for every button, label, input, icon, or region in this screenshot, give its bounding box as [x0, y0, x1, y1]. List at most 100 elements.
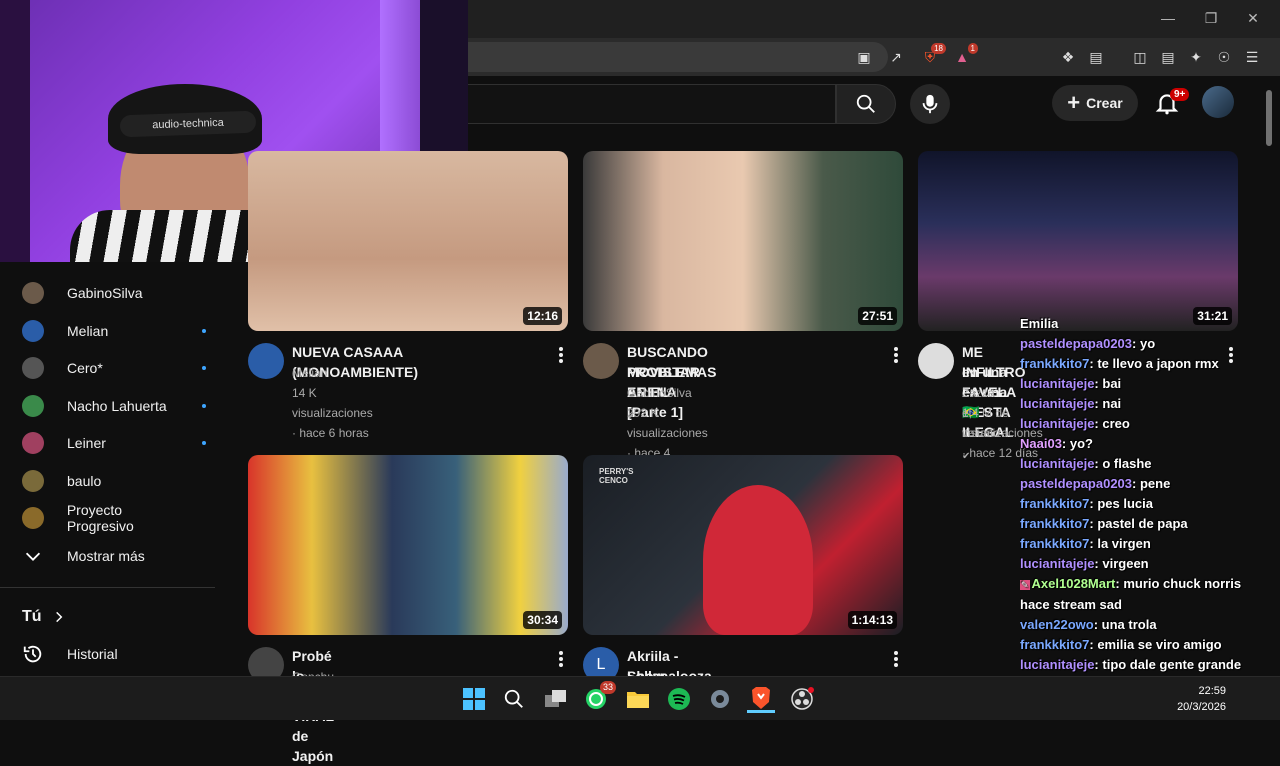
- channel-name[interactable]: Melian: [292, 363, 327, 383]
- search-icon: [856, 94, 875, 113]
- spotify-icon[interactable]: [665, 685, 693, 713]
- chat-message: valen22owo: una trola: [1020, 615, 1266, 635]
- chat-username: lucianitajeje: [1020, 556, 1095, 571]
- kebab-icon[interactable]: [559, 651, 563, 669]
- chat-message: frankkkito7: la virgen: [1020, 534, 1266, 554]
- kebab-icon[interactable]: [894, 347, 898, 365]
- chat-message: frankkkito7: te llevo a japon rmx: [1020, 354, 1266, 374]
- chat-text: te llevo a japon rmx: [1097, 356, 1219, 371]
- new-content-dot: [202, 328, 206, 333]
- sidebar-item-history[interactable]: Historial: [22, 642, 118, 666]
- extensions-icon[interactable]: ❖: [1058, 47, 1078, 67]
- menu-icon[interactable]: ☰: [1242, 47, 1262, 67]
- clock-time: 22:59: [1198, 685, 1226, 697]
- chat-text: bai: [1102, 376, 1122, 391]
- close-icon[interactable]: ✕: [1243, 10, 1263, 27]
- video-thumbnail[interactable]: 31:21: [918, 151, 1238, 331]
- channel-avatar[interactable]: [248, 343, 284, 379]
- chat-username: pasteldepapa0203: [1020, 476, 1133, 491]
- chat-text: creo: [1102, 416, 1130, 431]
- share-icon[interactable]: ↗: [886, 47, 906, 67]
- chat-badge-icon: ✎: [1020, 580, 1030, 590]
- search-input[interactable]: [468, 84, 836, 124]
- mic-icon: [922, 94, 938, 114]
- plus-icon: +: [1067, 90, 1081, 115]
- chat-username: frankkkito7: [1020, 496, 1090, 511]
- chat-message: lucianitajeje: bai: [1020, 374, 1266, 394]
- chat-separator: :: [1061, 436, 1070, 451]
- channel-avatar: [22, 357, 44, 379]
- youtube-header: + Crear 9+: [468, 76, 1280, 132]
- maximize-icon[interactable]: ❐: [1201, 10, 1221, 27]
- video-thumbnail[interactable]: 27:51: [583, 151, 903, 331]
- leo-ai-icon[interactable]: ✦: [1186, 47, 1206, 67]
- chevron-down-icon: [25, 552, 41, 561]
- kebab-icon[interactable]: [894, 651, 898, 669]
- thumbnail-logo-line: PERRY'S: [599, 467, 634, 476]
- browser-toolbar: ▣ ↗ ⛨ 18 ▲ 1 ❖ ▤ ◫ ▤ ✦ ☉ ☰: [468, 38, 1280, 76]
- show-more-button[interactable]: Mostrar más: [22, 544, 145, 568]
- chat-username: frankkkito7: [1020, 516, 1090, 531]
- windows-taskbar: 33 22:59 20/3/2026: [0, 676, 1280, 720]
- thumbnail-logo: PERRY'S CENCO: [599, 467, 634, 485]
- brave-taskbar-icon[interactable]: [747, 685, 775, 713]
- video-thumbnail[interactable]: 30:34: [248, 455, 568, 635]
- new-content-dot: [202, 441, 206, 445]
- chat-message: Naai03: yo?: [1020, 434, 1266, 454]
- minimize-icon[interactable]: —: [1158, 10, 1178, 26]
- scrollbar-thumb[interactable]: [1266, 90, 1272, 146]
- browser-titlebar: — ❐ ✕: [468, 0, 1280, 38]
- sidebar-toggle-icon[interactable]: ◫: [1130, 47, 1150, 67]
- history-label: Historial: [67, 646, 118, 662]
- chat-username: valen22owo: [1020, 617, 1094, 632]
- reader-mode-icon[interactable]: ▤: [1086, 47, 1106, 67]
- video-thumbnail[interactable]: 12:16: [248, 151, 568, 331]
- sidebar-item-subscription[interactable]: GabinoSilva: [22, 281, 192, 305]
- file-explorer-icon[interactable]: [624, 685, 652, 713]
- wallet-icon[interactable]: ▤: [1158, 47, 1178, 67]
- show-more-label: Mostrar más: [67, 548, 145, 564]
- system-clock[interactable]: 22:59 20/3/2026: [1177, 683, 1226, 715]
- chat-text: Emilia: [1020, 316, 1059, 331]
- settings-icon[interactable]: [706, 685, 734, 713]
- create-button[interactable]: + Crear: [1052, 85, 1138, 121]
- sidebar-item-subscription[interactable]: baulo: [22, 469, 192, 493]
- channel-avatar: [22, 282, 44, 304]
- chat-username: lucianitajeje: [1020, 657, 1095, 672]
- thumbnail-logo-line: CENCO: [599, 476, 628, 485]
- kebab-icon[interactable]: [559, 347, 563, 365]
- account-avatar[interactable]: [1202, 86, 1234, 118]
- sidebar-item-subscription[interactable]: Proyecto Progresivo: [22, 502, 192, 534]
- obs-icon[interactable]: [788, 685, 816, 713]
- taskbar-search-icon[interactable]: [500, 685, 528, 713]
- new-content-dot: [202, 403, 206, 408]
- channel-avatar[interactable]: [583, 343, 619, 379]
- thumbnail-figure: [703, 485, 813, 635]
- chat-message: lucianitajeje: creo: [1020, 414, 1266, 434]
- voice-search-button[interactable]: [910, 84, 950, 124]
- brave-shields-icon[interactable]: ⛨ 18: [920, 43, 946, 67]
- new-content-dot: [202, 366, 206, 370]
- whatsapp-icon[interactable]: 33: [582, 681, 616, 713]
- chat-username: frankkkito7: [1020, 637, 1090, 652]
- chat-username: frankkkito7: [1020, 536, 1090, 551]
- chat-message: lucianitajeje: virgeen: [1020, 554, 1266, 574]
- video-duration: 27:51: [858, 307, 897, 325]
- brave-rewards-icon[interactable]: ▲ 1: [952, 43, 978, 67]
- task-view-icon[interactable]: [542, 685, 570, 713]
- sidebar-item-subscription[interactable]: Cero*: [22, 356, 206, 380]
- video-thumbnail[interactable]: PERRY'S CENCO 1:14:13: [583, 455, 903, 635]
- vpn-icon[interactable]: ☉: [1214, 47, 1234, 67]
- history-icon: [23, 645, 42, 663]
- sidebar-item-subscription[interactable]: Nacho Lahuerta: [22, 394, 206, 418]
- start-icon[interactable]: [460, 685, 488, 713]
- you-section-header[interactable]: Tú: [22, 605, 66, 629]
- search-button[interactable]: [836, 84, 896, 124]
- chat-text: emilia se viro amigo: [1097, 637, 1222, 652]
- sidebar-item-subscription[interactable]: Melian: [22, 319, 206, 343]
- sidebar-item-subscription[interactable]: Leiner: [22, 431, 206, 455]
- channel-avatar: [22, 319, 44, 342]
- address-bar[interactable]: [468, 42, 888, 72]
- install-app-icon[interactable]: ▣: [854, 47, 874, 67]
- channel-avatar[interactable]: [918, 343, 954, 379]
